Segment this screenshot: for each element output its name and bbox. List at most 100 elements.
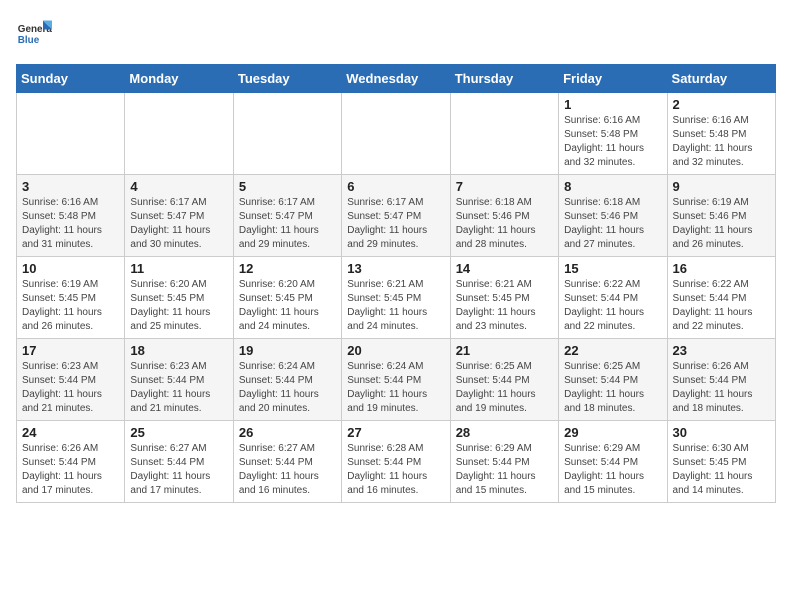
day-number: 26: [239, 425, 336, 440]
day-number: 7: [456, 179, 553, 194]
weekday-header-saturday: Saturday: [667, 65, 775, 93]
weekday-header-sunday: Sunday: [17, 65, 125, 93]
calendar-cell: 21Sunrise: 6:25 AM Sunset: 5:44 PM Dayli…: [450, 339, 558, 421]
calendar-week-row: 1 Sunrise: 6:16 AM Sunset: 5:48 PM Daylig…: [17, 93, 776, 175]
day-number: 14: [456, 261, 553, 276]
day-number: 15: [564, 261, 661, 276]
weekday-header-thursday: Thursday: [450, 65, 558, 93]
day-number: 13: [347, 261, 444, 276]
calendar-cell: 27 Sunrise: 6:28 AM Sunset: 5:44 PM Dayli…: [342, 421, 450, 503]
calendar-week-row: 17 Sunrise: 6:23 AM Sunset: 5:44 PM Dayli…: [17, 339, 776, 421]
calendar-week-row: 24Sunrise: 6:26 AM Sunset: 5:44 PM Dayli…: [17, 421, 776, 503]
day-number: 27: [347, 425, 444, 440]
day-number: 28: [456, 425, 553, 440]
logo: General Blue: [16, 16, 52, 52]
weekday-header-row: SundayMondayTuesdayWednesdayThursdayFrid…: [17, 65, 776, 93]
day-number: 2: [673, 97, 770, 112]
day-info: Sunrise: 6:21 AM Sunset: 5:45 PM Dayligh…: [347, 278, 444, 334]
day-number: 19: [239, 343, 336, 358]
day-number: 3: [22, 179, 119, 194]
calendar-cell: 10 Sunrise: 6:19 AM Sunset: 5:45 PM Dayli…: [17, 257, 125, 339]
day-info: Sunrise: 6:21 AM Sunset: 5:45 PM Dayligh…: [456, 278, 553, 334]
day-number: 4: [130, 179, 227, 194]
calendar-cell: 26 Sunrise: 6:27 AM Sunset: 5:44 PM Dayli…: [233, 421, 341, 503]
day-info: Sunrise: 6:20 AM Sunset: 5:45 PM Dayligh…: [239, 278, 336, 334]
calendar-cell: 30 Sunrise: 6:30 AM Sunset: 5:45 PM Dayli…: [667, 421, 775, 503]
day-info: Sunrise: 6:16 AM Sunset: 5:48 PM Dayligh…: [673, 114, 770, 170]
day-info: Sunrise: 6:26 AM Sunset: 5:44 PM Dayligh…: [673, 360, 770, 416]
svg-text:Blue: Blue: [18, 35, 40, 46]
day-info: Sunrise: 6:25 AM Sunset: 5:44 PM Dayligh…: [564, 360, 661, 416]
day-info: Sunrise: 6:27 AM Sunset: 5:44 PM Dayligh…: [239, 442, 336, 498]
calendar-cell: 11 Sunrise: 6:20 AM Sunset: 5:45 PM Dayli…: [125, 257, 233, 339]
day-info: Sunrise: 6:22 AM Sunset: 5:44 PM Dayligh…: [564, 278, 661, 334]
calendar-cell: 1 Sunrise: 6:16 AM Sunset: 5:48 PM Daylig…: [559, 93, 667, 175]
logo-icon: General Blue: [16, 16, 52, 52]
calendar-cell: 23 Sunrise: 6:26 AM Sunset: 5:44 PM Dayli…: [667, 339, 775, 421]
calendar-cell: [233, 93, 341, 175]
day-number: 12: [239, 261, 336, 276]
calendar-cell: 3 Sunrise: 6:16 AM Sunset: 5:48 PM Daylig…: [17, 175, 125, 257]
calendar-cell: [125, 93, 233, 175]
day-number: 23: [673, 343, 770, 358]
day-info: Sunrise: 6:24 AM Sunset: 5:44 PM Dayligh…: [347, 360, 444, 416]
day-number: 10: [22, 261, 119, 276]
calendar-cell: 24Sunrise: 6:26 AM Sunset: 5:44 PM Dayli…: [17, 421, 125, 503]
calendar-table: SundayMondayTuesdayWednesdayThursdayFrid…: [16, 64, 776, 503]
calendar-cell: 6 Sunrise: 6:17 AM Sunset: 5:47 PM Daylig…: [342, 175, 450, 257]
day-info: Sunrise: 6:22 AM Sunset: 5:44 PM Dayligh…: [673, 278, 770, 334]
day-number: 6: [347, 179, 444, 194]
calendar-cell: 13 Sunrise: 6:21 AM Sunset: 5:45 PM Dayli…: [342, 257, 450, 339]
calendar-cell: 2 Sunrise: 6:16 AM Sunset: 5:48 PM Daylig…: [667, 93, 775, 175]
day-number: 22: [564, 343, 661, 358]
day-number: 1: [564, 97, 661, 112]
day-number: 17: [22, 343, 119, 358]
day-info: Sunrise: 6:24 AM Sunset: 5:44 PM Dayligh…: [239, 360, 336, 416]
day-number: 21: [456, 343, 553, 358]
day-info: Sunrise: 6:30 AM Sunset: 5:45 PM Dayligh…: [673, 442, 770, 498]
weekday-header-tuesday: Tuesday: [233, 65, 341, 93]
day-info: Sunrise: 6:16 AM Sunset: 5:48 PM Dayligh…: [564, 114, 661, 170]
calendar-cell: 15 Sunrise: 6:22 AM Sunset: 5:44 PM Dayli…: [559, 257, 667, 339]
day-info: Sunrise: 6:23 AM Sunset: 5:44 PM Dayligh…: [22, 360, 119, 416]
day-number: 5: [239, 179, 336, 194]
day-number: 18: [130, 343, 227, 358]
calendar-week-row: 10 Sunrise: 6:19 AM Sunset: 5:45 PM Dayli…: [17, 257, 776, 339]
calendar-cell: 4 Sunrise: 6:17 AM Sunset: 5:47 PM Daylig…: [125, 175, 233, 257]
calendar-cell: 5Sunrise: 6:17 AM Sunset: 5:47 PM Daylig…: [233, 175, 341, 257]
day-info: Sunrise: 6:18 AM Sunset: 5:46 PM Dayligh…: [564, 196, 661, 252]
calendar-cell: 22 Sunrise: 6:25 AM Sunset: 5:44 PM Dayli…: [559, 339, 667, 421]
day-info: Sunrise: 6:29 AM Sunset: 5:44 PM Dayligh…: [564, 442, 661, 498]
calendar-cell: 29 Sunrise: 6:29 AM Sunset: 5:44 PM Dayli…: [559, 421, 667, 503]
day-number: 9: [673, 179, 770, 194]
day-info: Sunrise: 6:17 AM Sunset: 5:47 PM Dayligh…: [130, 196, 227, 252]
page-header: General Blue: [16, 16, 776, 52]
day-info: Sunrise: 6:16 AM Sunset: 5:48 PM Dayligh…: [22, 196, 119, 252]
day-info: Sunrise: 6:18 AM Sunset: 5:46 PM Dayligh…: [456, 196, 553, 252]
calendar-cell: 14 Sunrise: 6:21 AM Sunset: 5:45 PM Dayli…: [450, 257, 558, 339]
day-number: 16: [673, 261, 770, 276]
calendar-cell: 28Sunrise: 6:29 AM Sunset: 5:44 PM Dayli…: [450, 421, 558, 503]
calendar-cell: 20Sunrise: 6:24 AM Sunset: 5:44 PM Dayli…: [342, 339, 450, 421]
weekday-header-friday: Friday: [559, 65, 667, 93]
calendar-week-row: 3 Sunrise: 6:16 AM Sunset: 5:48 PM Daylig…: [17, 175, 776, 257]
day-info: Sunrise: 6:17 AM Sunset: 5:47 PM Dayligh…: [347, 196, 444, 252]
calendar-cell: 16 Sunrise: 6:22 AM Sunset: 5:44 PM Dayli…: [667, 257, 775, 339]
weekday-header-monday: Monday: [125, 65, 233, 93]
calendar-cell: [450, 93, 558, 175]
day-info: Sunrise: 6:20 AM Sunset: 5:45 PM Dayligh…: [130, 278, 227, 334]
calendar-cell: [342, 93, 450, 175]
calendar-cell: 25Sunrise: 6:27 AM Sunset: 5:44 PM Dayli…: [125, 421, 233, 503]
calendar-cell: 7 Sunrise: 6:18 AM Sunset: 5:46 PM Daylig…: [450, 175, 558, 257]
day-number: 8: [564, 179, 661, 194]
day-number: 11: [130, 261, 227, 276]
day-number: 30: [673, 425, 770, 440]
calendar-cell: 19 Sunrise: 6:24 AM Sunset: 5:44 PM Dayli…: [233, 339, 341, 421]
day-info: Sunrise: 6:19 AM Sunset: 5:46 PM Dayligh…: [673, 196, 770, 252]
day-info: Sunrise: 6:19 AM Sunset: 5:45 PM Dayligh…: [22, 278, 119, 334]
day-number: 29: [564, 425, 661, 440]
calendar-cell: 18Sunrise: 6:23 AM Sunset: 5:44 PM Dayli…: [125, 339, 233, 421]
day-number: 25: [130, 425, 227, 440]
day-info: Sunrise: 6:28 AM Sunset: 5:44 PM Dayligh…: [347, 442, 444, 498]
calendar-cell: 9 Sunrise: 6:19 AM Sunset: 5:46 PM Daylig…: [667, 175, 775, 257]
